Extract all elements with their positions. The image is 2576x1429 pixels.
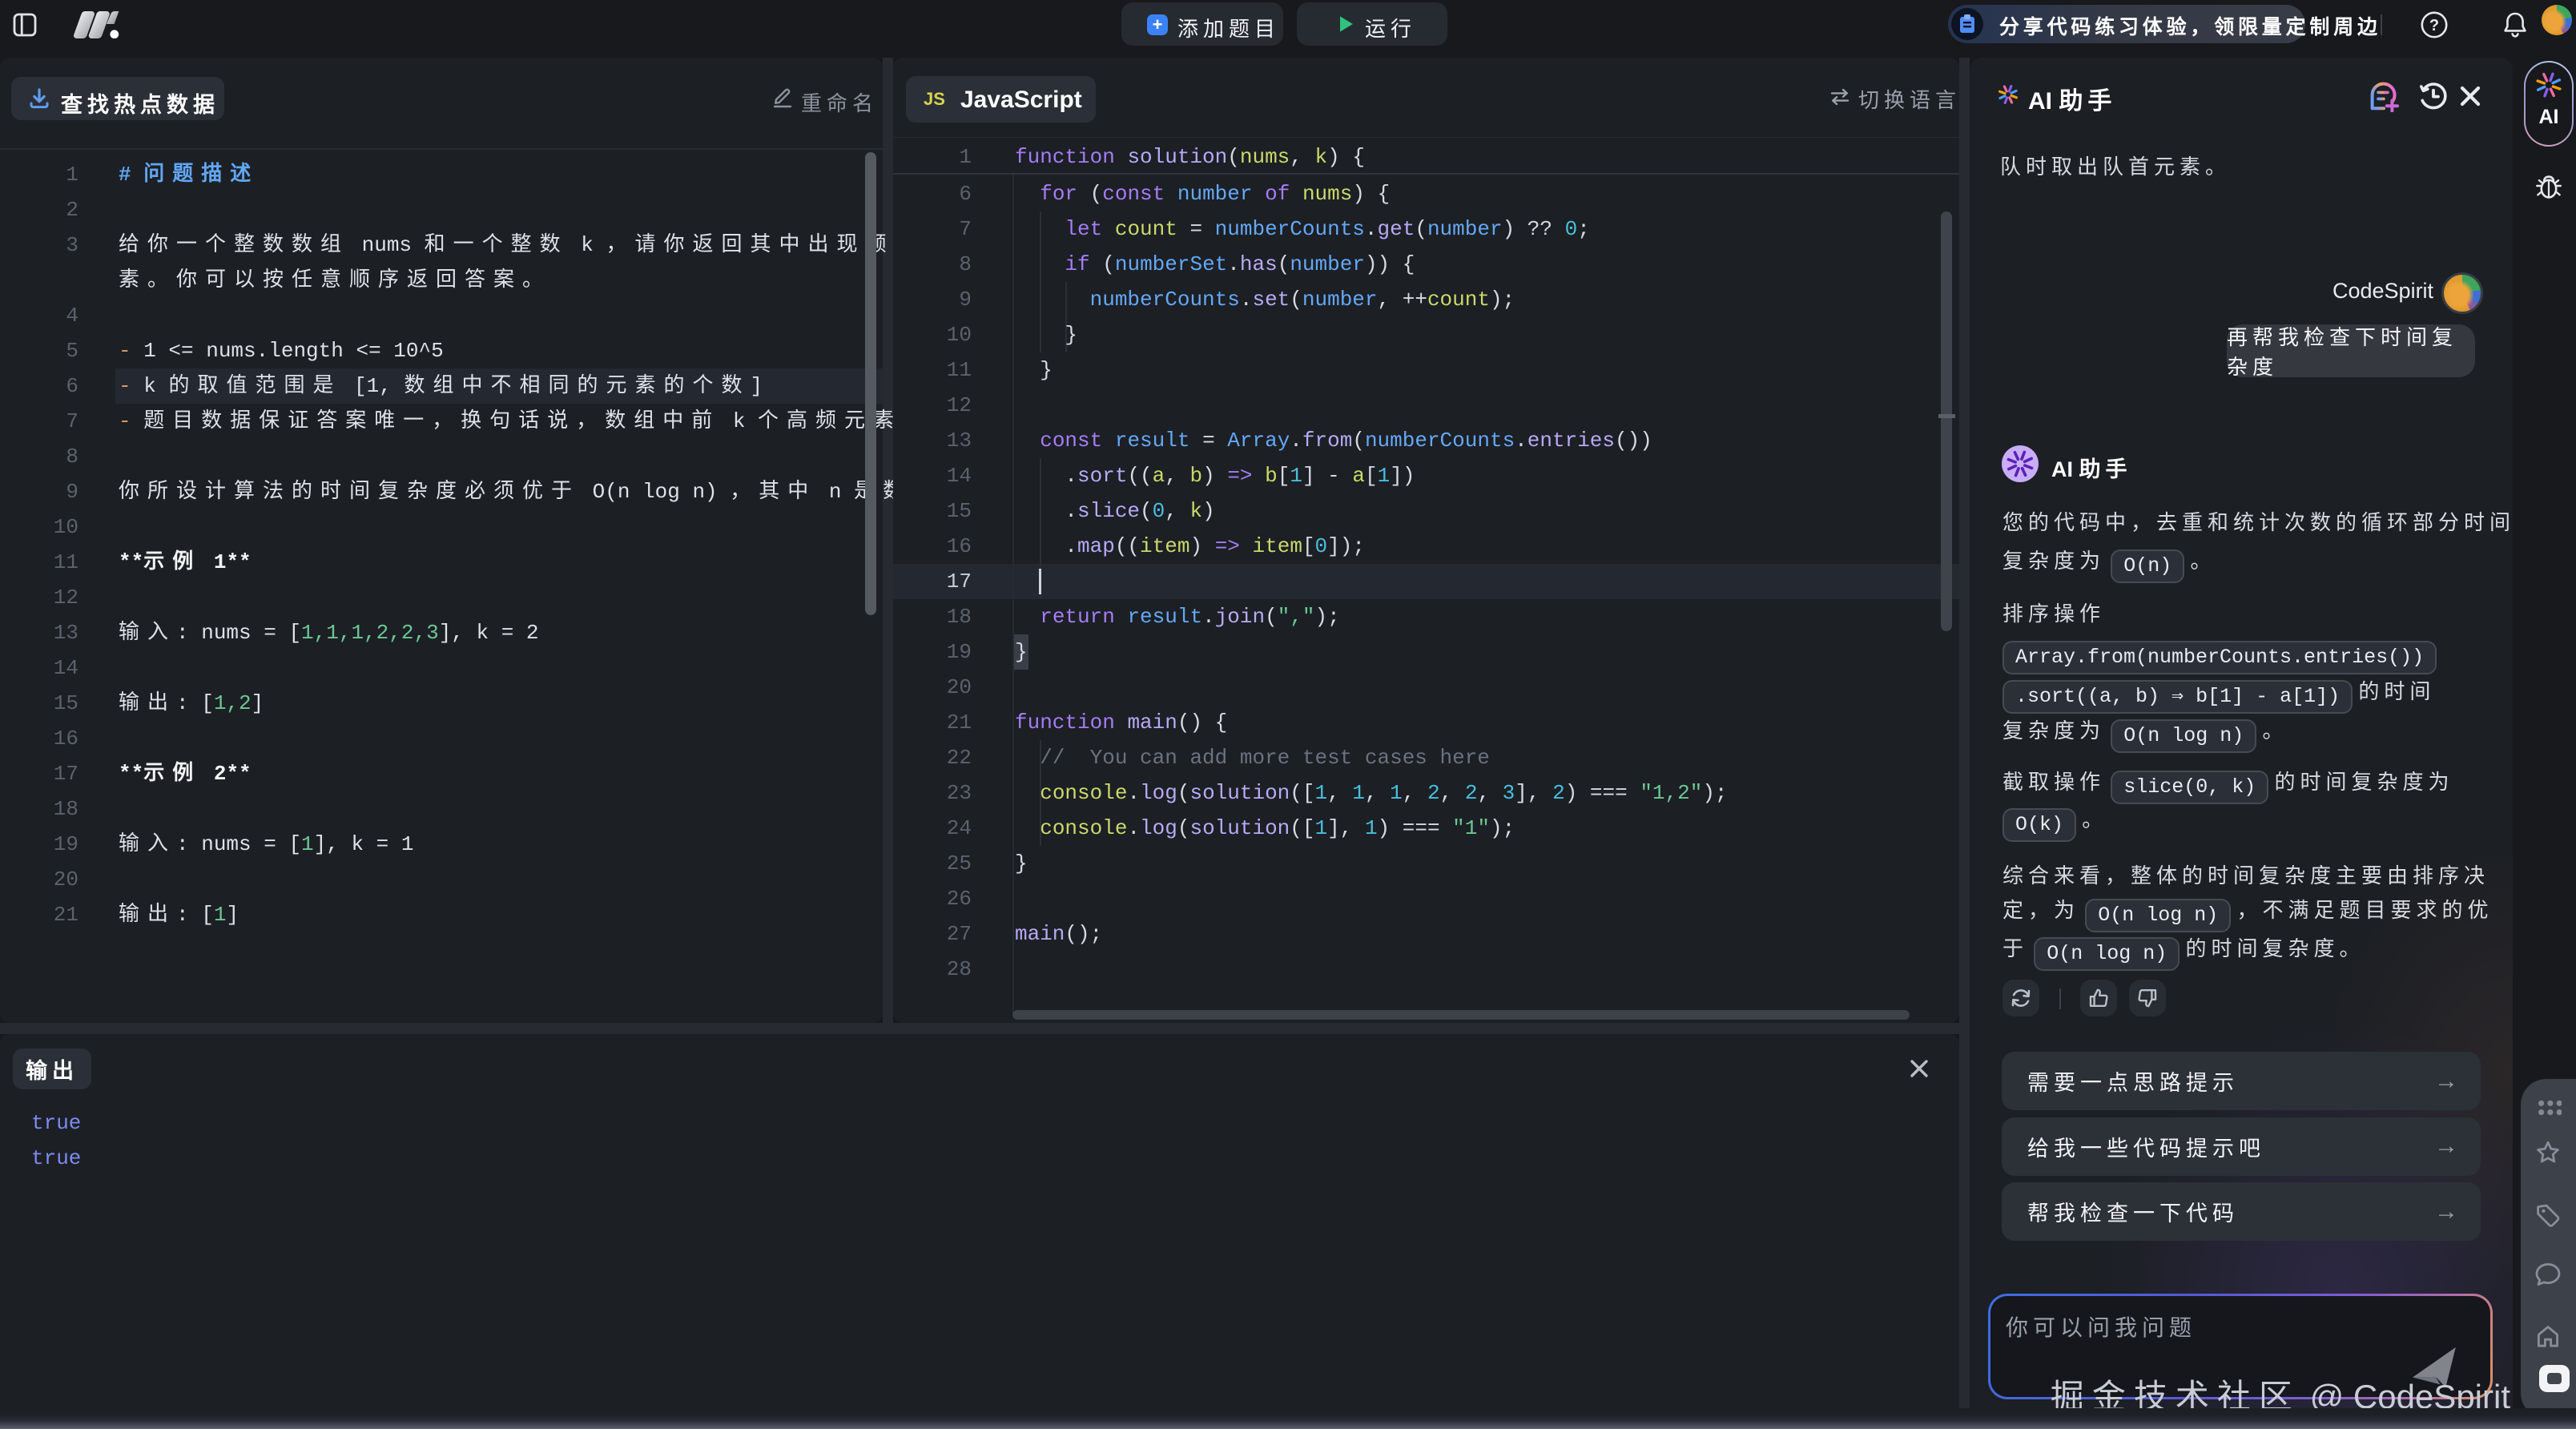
svg-text:?: ? [2429, 17, 2439, 34]
